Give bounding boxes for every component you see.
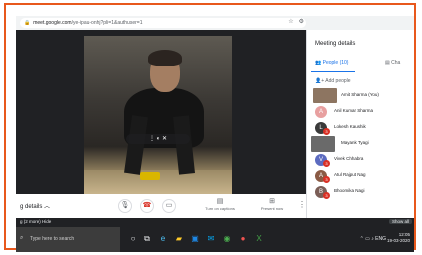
- lock-icon: 🔒: [24, 20, 31, 26]
- add-people-label: Add people: [325, 78, 351, 84]
- participant-badge: 3: [323, 176, 330, 183]
- participant-name: Atul Rajput Nag: [334, 172, 366, 177]
- store-icon[interactable]: ▣: [190, 234, 200, 244]
- meeting-details-panel: Meeting details 👥 People (10) ▤ Cha 👤+ A…: [306, 30, 414, 218]
- edge-icon[interactable]: e: [158, 234, 168, 244]
- panel-tabs: 👥 People (10) ▤ Cha: [307, 58, 414, 72]
- browser-toolbar: 🔒 meet.google.com/ye-ipau-onhj?pli=1&auth…: [16, 16, 414, 30]
- participant-list: Amit Sharma (You) A Anil Kumar Sharma L 3 Lok…: [307, 88, 414, 200]
- url-host: meet.google.com: [33, 20, 72, 26]
- screenshot-frame: 🔒 meet.google.com/ye-ipau-onhj?pli=1&auth…: [4, 3, 416, 252]
- tab-people[interactable]: 👥 People (10): [315, 60, 348, 66]
- people-icon: 👥: [315, 60, 323, 66]
- search-icon: ⌕: [20, 235, 24, 241]
- participant-name: Vivek Chhabra: [334, 156, 364, 161]
- url-path: /ye-ipau-onhj?pli=1&authuser=1: [71, 20, 143, 26]
- file-explorer-icon[interactable]: ▰: [174, 234, 184, 244]
- participant-name: Lokesh Kaushik: [334, 124, 366, 129]
- task-view-icon[interactable]: ⧉: [142, 234, 152, 244]
- excel-icon[interactable]: X: [254, 234, 264, 244]
- language-indicator: ENG: [375, 236, 386, 242]
- video-area: ⋮ ◐ ✕: [16, 30, 306, 194]
- avatar: A: [315, 106, 327, 118]
- captions-icon: ▤: [216, 198, 224, 205]
- tab-people-label: People (10): [322, 60, 349, 66]
- search-placeholder: Type here to search: [30, 236, 75, 242]
- cortana-icon[interactable]: ○: [128, 234, 138, 244]
- video-tile-controls[interactable]: ⋮ ◐ ✕: [126, 134, 190, 144]
- extension-icon[interactable]: ⚙: [299, 19, 304, 25]
- active-tab-indicator: [311, 71, 355, 72]
- participant-video[interactable]: ⋮ ◐ ✕: [84, 36, 232, 194]
- clock-date: 19-03-2020: [386, 238, 410, 243]
- participant-name: Anil Kumar Sharma: [334, 108, 374, 113]
- hang-up-icon: ☎: [142, 202, 152, 209]
- microphone-icon: 🎙: [120, 202, 130, 209]
- participant-name: Mayank Tyagi: [341, 140, 369, 145]
- microphone-button[interactable]: 🎙: [118, 199, 132, 213]
- notification-strip: g (2 more) Hide Show all: [16, 218, 414, 227]
- mail-icon[interactable]: ✉: [206, 234, 216, 244]
- captions-button[interactable]: ▤ Turn on captions: [198, 198, 242, 212]
- participant-row[interactable]: V 3 Vivek Chhabra: [307, 152, 414, 168]
- participant-badge: 3: [323, 192, 330, 199]
- participant-row[interactable]: B 3 Bhoomika Nagi: [307, 184, 414, 200]
- participant-row[interactable]: A 3 Atul Rajput Nag: [307, 168, 414, 184]
- captions-label: Turn on captions: [205, 206, 235, 211]
- notification-text: g (2 more) Hide: [20, 219, 52, 224]
- chrome-icon[interactable]: ◉: [222, 234, 232, 244]
- address-bar[interactable]: 🔒 meet.google.com/ye-ipau-onhj?pli=1&auth…: [20, 18, 306, 28]
- participant-row[interactable]: Amit Sharma (You): [307, 88, 414, 104]
- add-person-icon: 👤+: [315, 78, 326, 84]
- toolbar-icons: ☆ ⚙: [283, 18, 304, 25]
- participant-badge: 3: [323, 128, 330, 135]
- tab-chat[interactable]: ▤ Cha: [385, 60, 400, 66]
- star-icon[interactable]: ☆: [288, 19, 293, 25]
- participant-row[interactable]: L 3 Lokesh Kaushik: [307, 120, 414, 136]
- participant-name: Bhoomika Nagi: [334, 188, 365, 193]
- present-now-label: Present now: [260, 206, 284, 211]
- add-people-button[interactable]: 👤+ Add people: [315, 78, 351, 84]
- camera-icon: ▭: [165, 202, 173, 209]
- taskbar-search[interactable]: ⌕ Type here to search: [16, 227, 120, 252]
- avatar: [313, 88, 337, 103]
- participant-row[interactable]: Mayank Tyagi: [307, 136, 414, 152]
- camera-button[interactable]: ▭: [162, 199, 176, 213]
- app-icon[interactable]: ●: [238, 234, 248, 244]
- participant-badge: 3: [323, 160, 330, 167]
- video-object: [140, 172, 160, 180]
- call-controls-bar: g details ︿ 🎙 ☎ ▭ ▤ Turn on captions ⊞ P…: [16, 194, 306, 218]
- present-icon: ⊞: [269, 198, 275, 205]
- more-options-icon[interactable]: ⋮: [298, 200, 306, 209]
- screen: 🔒 meet.google.com/ye-ipau-onhj?pli=1&auth…: [16, 16, 414, 252]
- meeting-details-button[interactable]: g details ︿: [20, 201, 50, 210]
- avatar: [311, 136, 335, 152]
- participant-row[interactable]: A Anil Kumar Sharma: [307, 104, 414, 120]
- present-now-button[interactable]: ⊞ Present now: [250, 198, 294, 212]
- windows-taskbar: ⌕ Type here to search ○ ⧉ e ▰ ▣ ✉ ◉ ● X …: [16, 227, 414, 252]
- tab-chat-label: Cha: [391, 60, 401, 66]
- meeting-details-label: g details: [20, 204, 43, 210]
- show-all-button[interactable]: Show all: [388, 219, 412, 224]
- participant-name: Amit Sharma (You): [341, 92, 379, 97]
- end-call-button[interactable]: ☎: [140, 199, 154, 213]
- chevron-up-icon: ︿: [44, 204, 51, 210]
- panel-title: Meeting details: [315, 41, 356, 47]
- system-tray[interactable]: ⌃ ▭ ♪ ENG: [360, 236, 386, 242]
- video-person-hair: [148, 50, 182, 66]
- clock[interactable]: 12:05 19-03-2020: [387, 232, 410, 244]
